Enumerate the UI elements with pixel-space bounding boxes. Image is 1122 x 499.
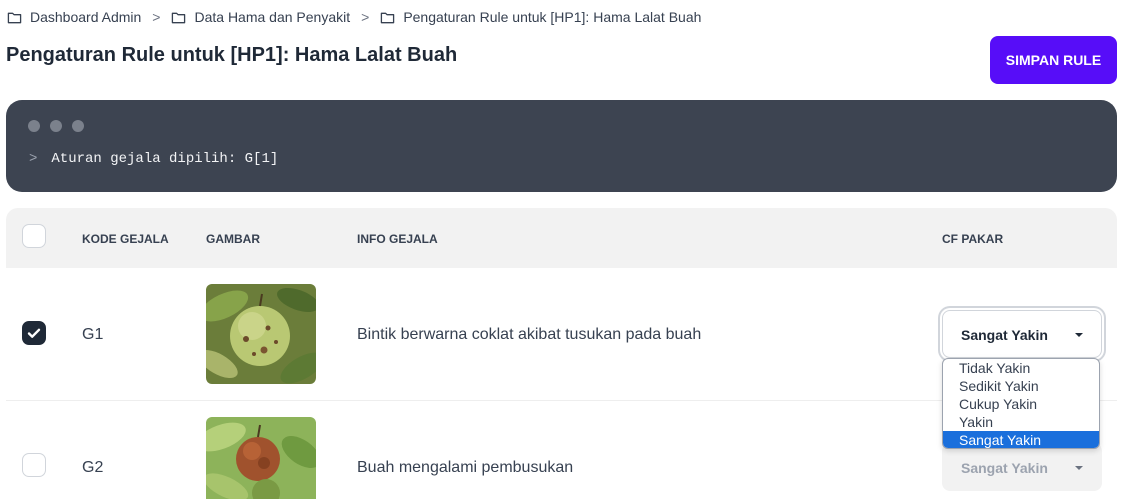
window-dot <box>50 120 62 132</box>
header-gambar: GAMBAR <box>206 232 260 246</box>
symptom-info: Bintik berwarna coklat akibat tusukan pa… <box>357 326 702 343</box>
terminal-line: > Aturan gejala dipilih: G[1] <box>29 151 278 167</box>
cf-select[interactable]: Sangat Yakin <box>942 443 1102 491</box>
cf-option-yakin[interactable]: Yakin <box>943 413 1099 431</box>
header-cf-pakar: CF PAKAR <box>942 232 1004 246</box>
symptom-info: Buah mengalami pembusukan <box>357 459 574 476</box>
breadcrumb-label: Pengaturan Rule untuk [HP1]: Hama Lalat … <box>403 9 702 25</box>
symptom-code: G2 <box>82 459 104 476</box>
symptom-image <box>206 284 316 384</box>
page-title: Pengaturan Rule untuk [HP1]: Hama Lalat … <box>6 44 458 66</box>
row-checkbox[interactable] <box>22 321 46 345</box>
row-checkbox[interactable] <box>22 453 46 477</box>
breadcrumb-label: Data Hama dan Penyakit <box>194 9 351 25</box>
cf-select-value: Sangat Yakin <box>961 460 1048 476</box>
header-info-gejala: INFO GEJALA <box>357 232 438 246</box>
cf-select[interactable]: Sangat Yakin <box>942 310 1102 358</box>
check-icon <box>27 328 41 338</box>
header-kode-gejala: KODE GEJALA <box>82 232 169 246</box>
table-header: KODE GEJALA GAMBAR INFO GEJALA CF PAKAR <box>6 208 1117 268</box>
breadcrumb-separator: > <box>361 9 370 25</box>
window-dots <box>28 120 94 132</box>
folder-icon <box>7 12 22 23</box>
breadcrumb: Dashboard Admin > Data Hama dan Penyakit… <box>7 9 701 25</box>
cf-option-sangat-yakin[interactable]: Sangat Yakin <box>943 431 1099 448</box>
folder-icon <box>172 12 186 23</box>
breadcrumb-separator: > <box>152 9 161 25</box>
save-rule-button[interactable]: SIMPAN RULE <box>990 36 1117 84</box>
cf-option-tidak-yakin[interactable]: Tidak Yakin <box>943 359 1099 377</box>
breadcrumb-data-hama[interactable]: Data Hama dan Penyakit <box>171 9 350 25</box>
caret-down-icon <box>1075 333 1083 337</box>
symptom-image <box>206 417 316 499</box>
cf-option-cukup-yakin[interactable]: Cukup Yakin <box>943 395 1099 413</box>
terminal-mockup: > Aturan gejala dipilih: G[1] <box>6 100 1117 192</box>
caret-down-icon <box>1075 466 1083 470</box>
window-dot <box>28 120 40 132</box>
cf-option-sedikit-yakin[interactable]: Sedikit Yakin <box>943 377 1099 395</box>
cf-select-value: Sangat Yakin <box>961 327 1048 343</box>
window-dot <box>72 120 84 132</box>
terminal-text: Aturan gejala dipilih: G[1] <box>51 151 279 167</box>
breadcrumb-label: Dashboard Admin <box>30 9 142 25</box>
terminal-prompt: > <box>29 151 38 167</box>
breadcrumb-dashboard-admin[interactable]: Dashboard Admin <box>7 9 141 25</box>
symptom-code: G1 <box>82 326 104 343</box>
select-all-checkbox[interactable] <box>22 224 46 248</box>
folder-icon <box>381 12 395 23</box>
breadcrumb-current: Pengaturan Rule untuk [HP1]: Hama Lalat … <box>380 9 701 25</box>
cf-options-dropdown: Tidak Yakin Sedikit Yakin Cukup Yakin Ya… <box>942 358 1100 449</box>
